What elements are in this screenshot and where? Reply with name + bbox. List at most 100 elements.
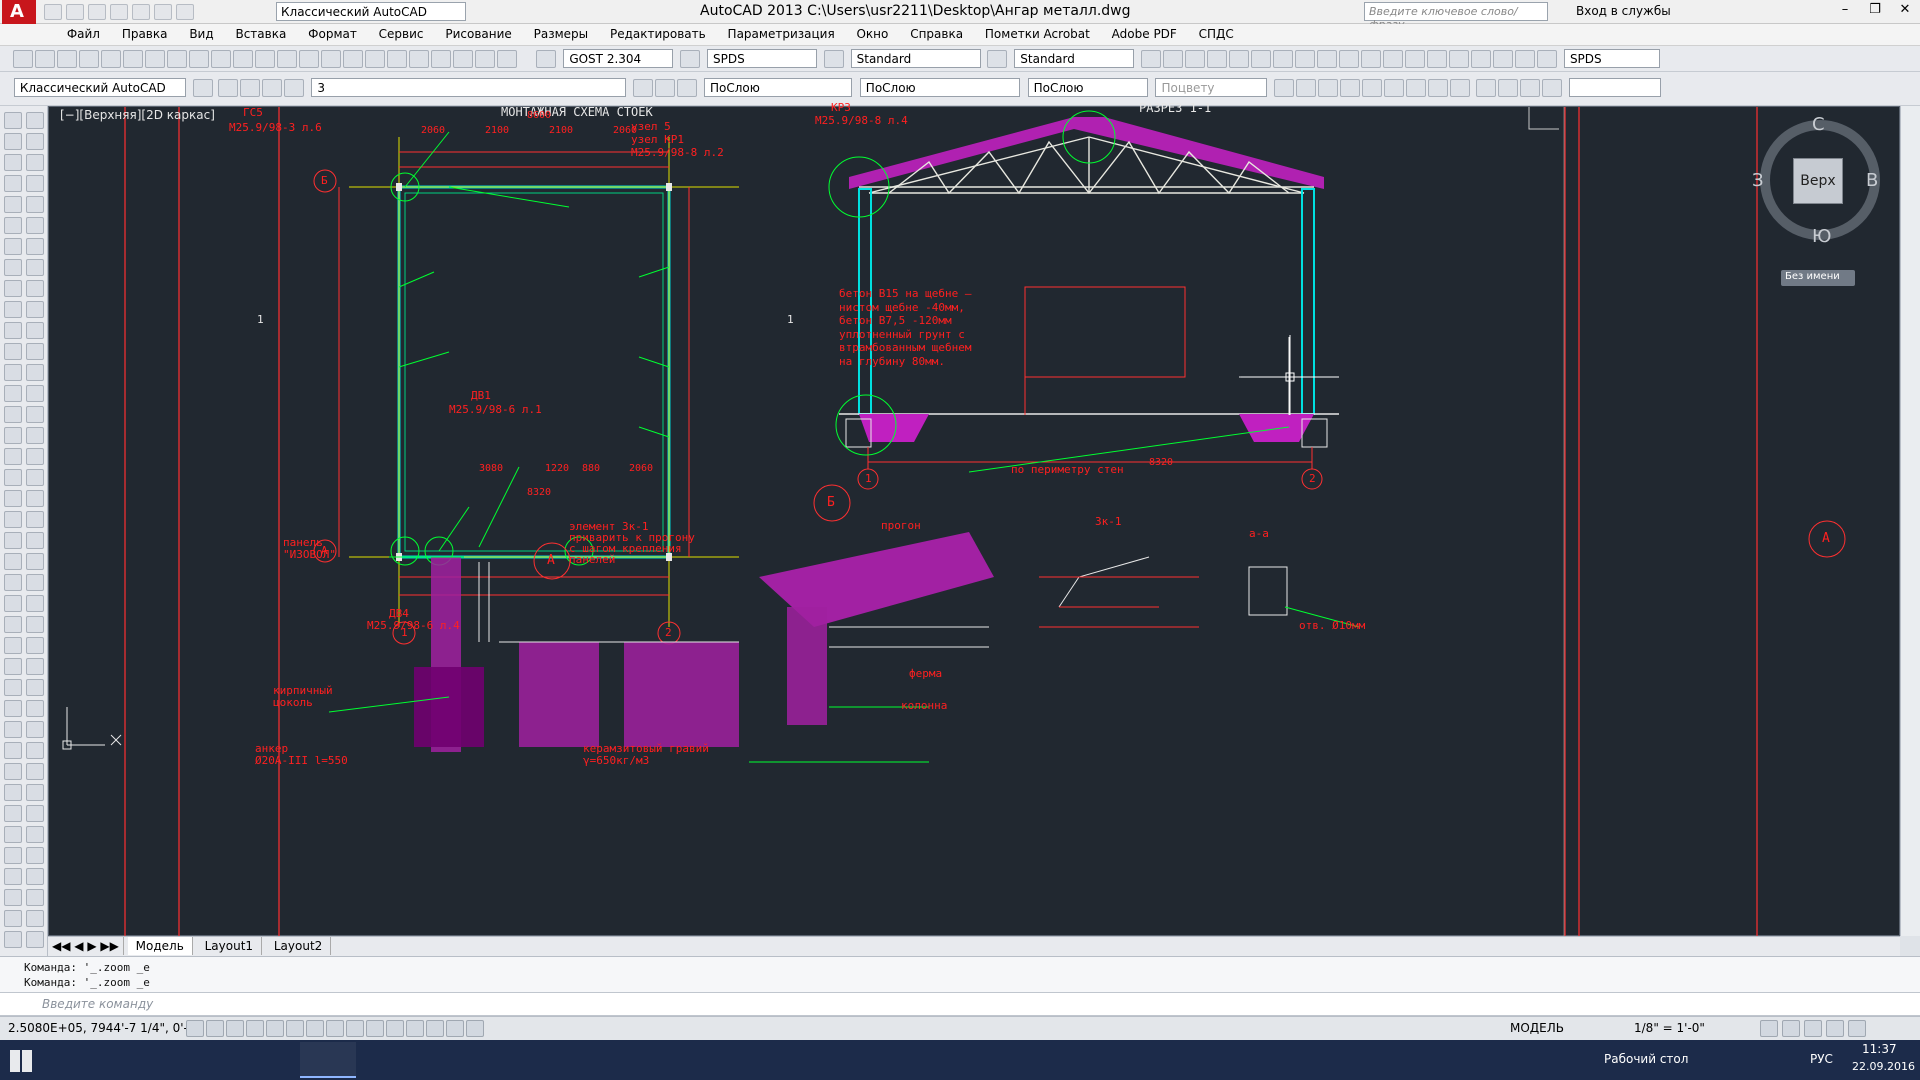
draw-tool-icon[interactable] (4, 637, 22, 654)
draw-tool-icon[interactable] (4, 742, 22, 759)
drawing-area[interactable]: МОНТАЖНАЯ СХЕМА СТОЕК РАЗРЕЗ 1-1 ГС5 М25… (48, 101, 1900, 937)
view-tool-4-icon[interactable] (1542, 79, 1563, 97)
draw-tool-icon[interactable] (4, 259, 22, 276)
dim-angular-icon[interactable] (1295, 50, 1316, 68)
open-icon[interactable] (34, 50, 55, 68)
ducs-icon[interactable] (346, 1020, 364, 1037)
modify-tool-icon[interactable] (26, 406, 44, 423)
dyn-icon[interactable] (366, 1020, 384, 1037)
redo-icon[interactable] (176, 4, 194, 20)
layer-properties-icon[interactable] (218, 79, 239, 97)
view-select[interactable] (1568, 78, 1661, 97)
draw-tool-icon[interactable] (4, 175, 22, 192)
dim-update-icon[interactable] (1537, 50, 1558, 68)
dim-continue-icon[interactable] (1361, 50, 1382, 68)
draw-tool-icon[interactable] (4, 406, 22, 423)
dim-linear-icon[interactable] (1141, 50, 1162, 68)
modify-tool-icon[interactable] (26, 427, 44, 444)
lineweight-select[interactable]: ПоСлою (1027, 78, 1148, 97)
modify-tool-icon[interactable] (26, 889, 44, 906)
menu-item[interactable]: Пометки Acrobat (976, 24, 1099, 44)
draw-tool-icon[interactable] (4, 511, 22, 528)
modify-tool-icon[interactable] (26, 301, 44, 318)
draw-tool-icon[interactable] (4, 889, 22, 906)
menu-item[interactable]: Сервис (370, 24, 433, 44)
draw-tool-icon[interactable] (4, 364, 22, 381)
properties-icon[interactable] (364, 50, 385, 68)
layer-state-icon[interactable] (240, 79, 261, 97)
search-input[interactable]: Введите ключевое слово/фразу (1364, 2, 1548, 31)
table-style-select[interactable]: Standard (850, 49, 981, 68)
plot-icon[interactable] (78, 50, 99, 68)
start-icon[interactable] (10, 1050, 32, 1072)
plot-icon[interactable] (132, 4, 150, 20)
layer-match-icon[interactable] (655, 79, 676, 97)
matchprop-icon[interactable] (210, 50, 231, 68)
dim-style-select[interactable]: SPDS (706, 49, 817, 68)
menu-item[interactable]: Справка (901, 24, 972, 44)
modify-tool-icon[interactable] (26, 931, 44, 948)
save-icon[interactable] (88, 4, 106, 20)
modify-tool-icon[interactable] (26, 154, 44, 171)
draw-tool-icon[interactable] (4, 826, 22, 843)
calc-icon[interactable] (474, 50, 495, 68)
draw-tool-icon[interactable] (4, 910, 22, 927)
modify-tool-icon[interactable] (26, 385, 44, 402)
draw-tool-icon[interactable] (4, 595, 22, 612)
ucs-menu[interactable]: Без имени (1781, 270, 1855, 286)
viewport-controls-label[interactable]: [−][Верхняя][2D каркас] (60, 108, 215, 122)
make-current-icon[interactable] (633, 79, 654, 97)
draw-tool-icon[interactable] (4, 532, 22, 549)
vertical-scrollbar[interactable] (1900, 106, 1920, 936)
modify-tool-icon[interactable] (26, 826, 44, 843)
help-icon[interactable] (496, 50, 517, 68)
draw-tool-icon[interactable] (4, 553, 22, 570)
compass-east[interactable]: В (1866, 170, 1878, 191)
compass-north[interactable]: С (1812, 114, 1825, 135)
new-icon[interactable] (44, 4, 62, 20)
clean-screen-icon[interactable] (1848, 1020, 1866, 1037)
draw-tool-icon[interactable] (4, 238, 22, 255)
layer-tool-8-icon[interactable] (1428, 79, 1449, 97)
dim-radius-icon[interactable] (1229, 50, 1250, 68)
otrack-icon[interactable] (326, 1020, 344, 1037)
draw-tool-icon[interactable] (4, 658, 22, 675)
menu-item[interactable]: Файл (58, 24, 109, 44)
clock-date[interactable]: 22.09.2016 (1852, 1060, 1915, 1073)
draw-tool-icon[interactable] (4, 931, 22, 948)
layer-tool-1-icon[interactable] (1274, 79, 1295, 97)
text-style-icon[interactable] (536, 50, 557, 68)
draw-tool-icon[interactable] (4, 490, 22, 507)
3dosnap-icon[interactable] (306, 1020, 324, 1037)
sheetset-icon[interactable] (430, 50, 451, 68)
dim-diameter-icon[interactable] (1273, 50, 1294, 68)
menu-item[interactable]: Размеры (525, 24, 598, 44)
dim-style-icon[interactable] (680, 50, 701, 68)
explorer-icon[interactable] (114, 1042, 170, 1078)
modify-tool-icon[interactable] (26, 595, 44, 612)
mleader-style-icon[interactable] (987, 50, 1008, 68)
desktop-toolbar[interactable]: Рабочий стол (1604, 1052, 1688, 1066)
modify-tool-icon[interactable] (26, 364, 44, 381)
annotation-scale[interactable]: 1/8" = 1'-0" (1634, 1021, 1705, 1035)
modify-tool-icon[interactable] (26, 322, 44, 339)
isolate-icon[interactable] (1804, 1020, 1822, 1037)
modify-tool-icon[interactable] (26, 868, 44, 885)
modify-tool-icon[interactable] (26, 112, 44, 129)
layer-previous-icon[interactable] (262, 79, 283, 97)
layer-tool-9-icon[interactable] (1450, 79, 1471, 97)
modify-tool-icon[interactable] (26, 847, 44, 864)
infer-icon[interactable] (186, 1020, 204, 1037)
modify-tool-icon[interactable] (26, 196, 44, 213)
modify-tool-icon[interactable] (26, 553, 44, 570)
menu-item[interactable]: Редактировать (601, 24, 715, 44)
modify-tool-icon[interactable] (26, 679, 44, 696)
redo-icon[interactable] (254, 50, 275, 68)
modify-tool-icon[interactable] (26, 637, 44, 654)
undo-icon[interactable] (154, 4, 172, 20)
snap-icon[interactable] (206, 1020, 224, 1037)
markup-icon[interactable] (452, 50, 473, 68)
modify-tool-icon[interactable] (26, 574, 44, 591)
draw-tool-icon[interactable] (4, 217, 22, 234)
compass-west[interactable]: З (1752, 170, 1764, 191)
